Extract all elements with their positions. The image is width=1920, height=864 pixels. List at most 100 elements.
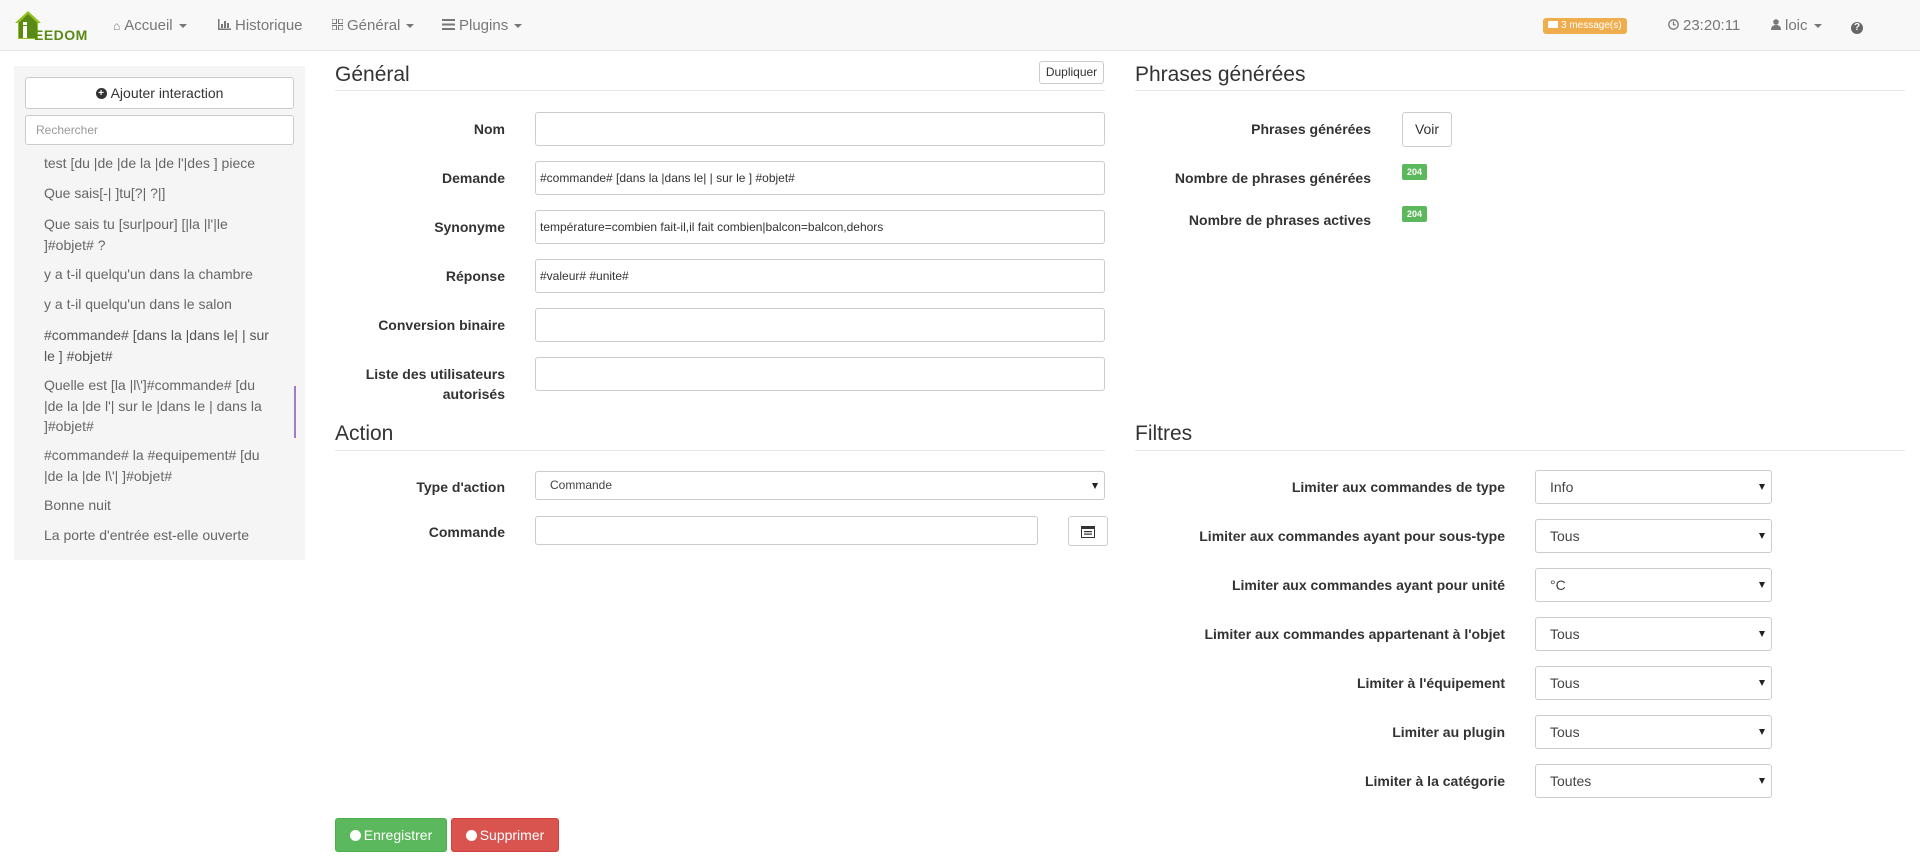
filter-select-category[interactable]: Toutes	[1535, 764, 1772, 798]
envelope-icon	[1548, 20, 1558, 28]
general-divider	[335, 90, 1105, 91]
user-name: loic	[1785, 17, 1808, 34]
chevron-down-icon	[1759, 582, 1765, 588]
type-action-select[interactable]: Commande	[535, 471, 1105, 500]
voir-button[interactable]: Voir	[1402, 112, 1452, 147]
clock: 23:20:11	[1668, 0, 1740, 51]
grid-icon	[331, 1, 344, 52]
filter-select-unit[interactable]: °C	[1535, 568, 1772, 602]
bar-chart-icon	[218, 1, 231, 52]
list-alt-icon	[1081, 526, 1095, 538]
user-menu[interactable]: loic	[1771, 0, 1822, 51]
reponse-label: Réponse	[445, 268, 505, 284]
navbar: EEDOM ⌂ Accueil Historique Général Plugin…	[0, 0, 1920, 51]
list-item-active[interactable]: #commande# [dans la |dans le| | sur le ]…	[44, 325, 274, 366]
add-interaction-label: Ajouter interaction	[110, 85, 224, 101]
filter-select-object[interactable]: Tous	[1535, 617, 1772, 651]
list-item[interactable]: test [du |de |de la |de l'|des ] piece	[44, 153, 274, 174]
add-interaction-button[interactable]: + Ajouter interaction	[25, 77, 294, 109]
user-icon	[1771, 1, 1781, 52]
list-item[interactable]: y a t-il quelqu'un dans la chambre	[44, 264, 274, 285]
select-command-button[interactable]	[1068, 516, 1108, 546]
minus-circle-icon	[465, 829, 477, 841]
nav-accueil-label: Accueil	[124, 17, 173, 34]
type-action-label: Type d'action	[416, 479, 505, 495]
chevron-down-icon	[1813, 24, 1822, 29]
delete-label: Supprimer	[479, 827, 545, 843]
filter-select-type[interactable]: Info	[1535, 470, 1772, 504]
nombre-actives-label: Nombre de phrases actives	[1188, 212, 1371, 228]
filter-value-unit: °C	[1550, 577, 1566, 593]
nav-plugins-label: Plugins	[459, 17, 509, 34]
commande-input[interactable]	[535, 516, 1038, 545]
filtres-divider	[1135, 450, 1905, 451]
demande-input[interactable]: #commande# [dans la |dans le| | sur le ]…	[535, 161, 1105, 195]
utilisateurs-input[interactable]	[535, 357, 1105, 391]
nom-input[interactable]	[535, 112, 1105, 146]
nav-accueil[interactable]: ⌂ Accueil	[113, 0, 187, 51]
commande-label: Commande	[428, 524, 505, 540]
active-item-marker	[294, 386, 296, 438]
list-item[interactable]: Que sais[-| ]tu[?| ?|]	[44, 183, 274, 204]
list-item[interactable]: #commande# la #equipement# [du |de la |d…	[44, 445, 274, 486]
nom-label: Nom	[473, 121, 505, 137]
chevron-down-icon	[178, 24, 187, 29]
nav-historique-label: Historique	[235, 17, 303, 34]
phrases-divider	[1135, 90, 1905, 91]
nav-plugins[interactable]: Plugins	[442, 0, 523, 52]
filter-value-category: Toutes	[1550, 773, 1592, 789]
home-icon: ⌂	[113, 19, 121, 33]
interactions-sidebar: +Ajouter interaction test [du |de |de la…	[14, 66, 305, 560]
list-item[interactable]: La porte d'entrée est-elle ouverte	[44, 525, 274, 546]
filter-select-plugin[interactable]: Tous	[1535, 715, 1772, 749]
conversion-binaire-label: Conversion binaire	[378, 317, 505, 333]
filter-label-type: Limiter aux commandes de type	[1291, 479, 1505, 495]
clock-icon	[1668, 1, 1679, 52]
filter-value-equipment: Tous	[1550, 675, 1580, 691]
utilisateurs-label: Liste des utilisateurs autorisés	[365, 366, 505, 402]
plus-circle-icon: +	[95, 87, 107, 99]
messages-badge-label: 3 message(s)	[1561, 20, 1622, 31]
type-action-value: Commande	[550, 478, 613, 492]
check-circle-icon	[349, 829, 361, 841]
nav-historique[interactable]: Historique	[218, 0, 303, 51]
filter-label-object: Limiter aux commandes appartenant à l'ob…	[1204, 626, 1505, 642]
general-title: Général	[335, 63, 410, 86]
filter-select-subtype[interactable]: Tous	[1535, 519, 1772, 553]
chevron-down-icon	[1092, 482, 1098, 489]
jeedom-logo[interactable]: EEDOM	[14, 10, 87, 43]
messages-badge[interactable]: 3 message(s)	[1543, 18, 1627, 34]
chevron-down-icon	[1759, 680, 1765, 686]
active-count-badge: 204	[1402, 206, 1428, 222]
chevron-down-icon	[1759, 484, 1765, 490]
chevron-down-icon	[1759, 729, 1765, 735]
action-title: Action	[335, 422, 394, 445]
synonyme-input[interactable]: température=combien fait-il,il fait comb…	[535, 210, 1105, 244]
help-button[interactable]: ?	[1851, 0, 1863, 51]
demande-label: Demande	[441, 170, 505, 186]
duplicate-button[interactable]: Dupliquer	[1039, 61, 1104, 84]
list-icon	[442, 1, 455, 52]
question-icon: ?	[1851, 22, 1863, 34]
phrases-count-badge: 204	[1402, 164, 1428, 180]
filter-value-subtype: Tous	[1550, 528, 1580, 544]
conversion-binaire-input[interactable]	[535, 308, 1105, 342]
reponse-input[interactable]: #valeur# #unite#	[535, 259, 1105, 293]
list-item[interactable]: Que sais tu [sur|pour] [|la |l'|le ]#obj…	[44, 214, 274, 255]
nav-general[interactable]: Général	[331, 0, 415, 52]
chevron-down-icon	[1759, 631, 1765, 637]
phrases-generees-label: Phrases générées	[1251, 121, 1371, 137]
filter-label-unit: Limiter aux commandes ayant pour unité	[1231, 577, 1505, 593]
list-item[interactable]: Bonne nuit	[44, 495, 274, 516]
filter-select-equipment[interactable]: Tous	[1535, 666, 1772, 700]
filter-value-object: Tous	[1550, 626, 1580, 642]
nav-general-label: Général	[347, 17, 401, 34]
list-item[interactable]: y a t-il quelqu'un dans le salon	[44, 294, 274, 315]
save-button[interactable]: Enregistrer	[335, 818, 447, 852]
search-input[interactable]	[25, 115, 294, 145]
filter-label-subtype: Limiter aux commandes ayant pour sous-ty…	[1199, 528, 1505, 544]
filter-label-plugin: Limiter au plugin	[1392, 724, 1505, 740]
delete-button[interactable]: Supprimer	[451, 818, 559, 852]
list-item[interactable]: Quelle est [la |l\']#commande# [du |de l…	[44, 375, 274, 437]
filter-value-plugin: Tous	[1550, 724, 1580, 740]
